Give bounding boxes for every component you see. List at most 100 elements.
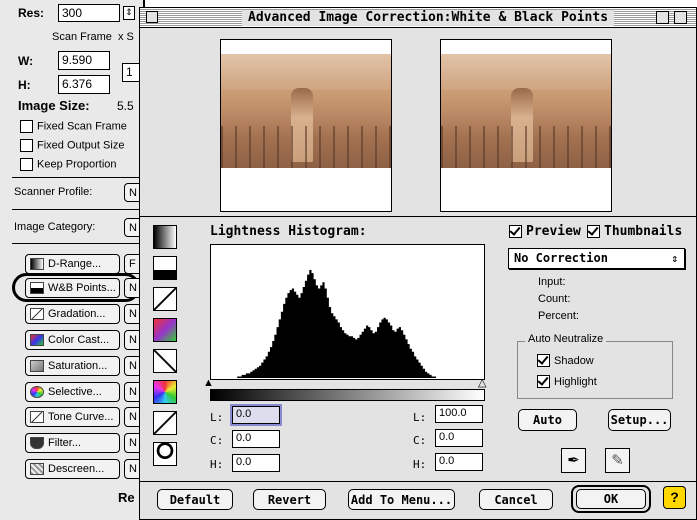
res-field[interactable]: 300 xyxy=(58,4,120,22)
white-eyedropper-icon[interactable]: ✎ xyxy=(605,448,630,473)
selective-tool-icon[interactable] xyxy=(153,380,177,404)
d-range-button[interactable]: D-Range... xyxy=(25,254,120,274)
color-cast-button[interactable]: Color Cast... xyxy=(25,330,120,350)
after-photo xyxy=(441,54,611,168)
divider xyxy=(12,243,145,244)
image-size-value: 5.5 xyxy=(117,99,134,113)
after-preview xyxy=(440,39,612,212)
height-field[interactable]: 6.376 xyxy=(58,75,110,94)
wb-points-button[interactable]: W&B Points... xyxy=(25,278,120,298)
title-bar[interactable]: Advanced Image Correction:White & Black … xyxy=(140,8,696,28)
checkbox-icon xyxy=(587,225,600,238)
reset-button-partial[interactable]: Re xyxy=(118,490,135,505)
fixed-scan-frame-checkbox[interactable]: Fixed Scan Frame xyxy=(20,120,127,133)
divider xyxy=(12,209,145,210)
setup-button[interactable]: Setup... xyxy=(608,409,671,431)
d-range-icon xyxy=(30,258,44,270)
gradation-button[interactable]: Gradation... xyxy=(25,304,120,324)
scan-frame-suffix: x S xyxy=(118,31,134,43)
dialog-title: Advanced Image Correction:White & Black … xyxy=(242,10,615,26)
black-l-label: L: xyxy=(210,411,224,424)
histogram-area xyxy=(210,244,485,380)
white-point-slider-icon[interactable]: △ xyxy=(478,378,486,389)
saturation-button[interactable]: Saturation... xyxy=(25,356,120,376)
tone-curve-button[interactable]: Tone Curve... xyxy=(25,407,120,427)
white-c-field[interactable]: 0.0 xyxy=(435,429,483,447)
checkbox-label: Keep Proportion xyxy=(37,158,117,171)
checkbox-icon xyxy=(537,375,550,388)
close-box-icon[interactable] xyxy=(146,11,158,23)
d-range-tool-icon[interactable] xyxy=(153,225,177,249)
ok-button[interactable]: OK xyxy=(576,489,646,509)
filter-button[interactable]: Filter... xyxy=(25,433,120,453)
shadow-checkbox[interactable]: Shadow xyxy=(537,354,594,367)
default-button[interactable]: Default xyxy=(157,489,233,510)
popup-arrows-icon: ⇕ xyxy=(671,252,678,265)
tone-curve-icon xyxy=(30,411,44,423)
histogram-shape xyxy=(211,270,484,378)
black-c-label: C: xyxy=(210,434,224,447)
res-label: Res: xyxy=(18,6,45,20)
gradation-tool-icon[interactable] xyxy=(153,287,177,311)
color-cast-tool-icon[interactable] xyxy=(153,318,177,342)
hillside xyxy=(221,54,391,90)
count-label: Count: xyxy=(538,293,571,305)
black-l-field[interactable]: 0.0 xyxy=(230,404,282,426)
black-point-slider-icon[interactable]: ▲ xyxy=(203,378,214,389)
highlight-checkbox[interactable]: Highlight xyxy=(537,375,597,388)
correction-popup[interactable]: No Correction ⇕ xyxy=(508,248,685,269)
white-c-label: C: xyxy=(413,434,427,447)
help-icon[interactable]: ? xyxy=(663,486,686,509)
black-c-field[interactable]: 0.0 xyxy=(232,430,280,448)
fixed-output-size-checkbox[interactable]: Fixed Output Size xyxy=(20,139,124,152)
checkbox-label: Shadow xyxy=(554,354,594,367)
image-size-label: Image Size: xyxy=(18,98,90,113)
checkbox-icon xyxy=(20,158,33,171)
res-stepper-icon[interactable]: ⇕ xyxy=(123,6,135,20)
black-h-field[interactable]: 0.0 xyxy=(232,454,280,472)
thumbnails-checkbox[interactable]: Thumbnails xyxy=(587,224,682,239)
filter-icon xyxy=(30,437,44,449)
correction-popup-label: No Correction xyxy=(514,251,608,265)
button-label: Tone Curve... xyxy=(48,411,114,423)
add-to-menu-button[interactable]: Add To Menu... xyxy=(348,489,455,510)
descreen-icon xyxy=(30,463,44,475)
collapse-box-icon[interactable] xyxy=(674,11,687,24)
before-photo xyxy=(221,54,391,168)
preview-checkbox[interactable]: Preview xyxy=(509,224,581,239)
black-eyedropper-icon[interactable]: ✒ xyxy=(561,448,586,473)
saturation-icon xyxy=(30,360,44,372)
checkbox-icon xyxy=(20,139,33,152)
scan-settings-panel: Res: 300 ⇕ Scan Frame x S W: 9.590 1 H: … xyxy=(0,0,145,520)
scan-frame-label: Scan Frame xyxy=(52,31,112,43)
auto-neutralize-label: Auto Neutralize xyxy=(525,333,607,345)
checkbox-icon xyxy=(20,120,33,133)
checkbox-label: Thumbnails xyxy=(604,224,683,239)
wb-points-tool-icon[interactable] xyxy=(153,256,177,280)
filter-tool-icon[interactable] xyxy=(153,442,177,466)
selective-icon xyxy=(30,386,44,398)
lightness-gradient-bar xyxy=(210,389,485,401)
button-label: Color Cast... xyxy=(48,334,110,346)
tone-curve-tool-icon[interactable] xyxy=(153,411,177,435)
width-field[interactable]: 9.590 xyxy=(58,51,110,70)
percent-label: Percent: xyxy=(538,310,579,322)
input-label: Input: xyxy=(538,276,566,288)
selective-button[interactable]: Selective... xyxy=(25,382,120,402)
revert-button[interactable]: Revert xyxy=(253,489,326,510)
checkbox-icon xyxy=(509,225,522,238)
descreen-button[interactable]: Descreen... xyxy=(25,459,120,479)
auto-button[interactable]: Auto xyxy=(518,409,577,431)
white-l-field[interactable]: 100.0 xyxy=(435,405,483,423)
white-h-field[interactable]: 0.0 xyxy=(435,453,483,471)
divider xyxy=(140,481,696,482)
cancel-button[interactable]: Cancel xyxy=(479,489,553,510)
white-h-label: H: xyxy=(413,458,427,471)
image-category-label: Image Category: xyxy=(14,221,96,233)
gradation-icon xyxy=(30,308,44,320)
height-label: H: xyxy=(18,78,31,92)
saturation-tool-icon[interactable] xyxy=(153,349,177,373)
divider xyxy=(140,216,696,217)
zoom-box-icon[interactable] xyxy=(656,11,669,24)
keep-proportion-checkbox[interactable]: Keep Proportion xyxy=(20,158,117,171)
